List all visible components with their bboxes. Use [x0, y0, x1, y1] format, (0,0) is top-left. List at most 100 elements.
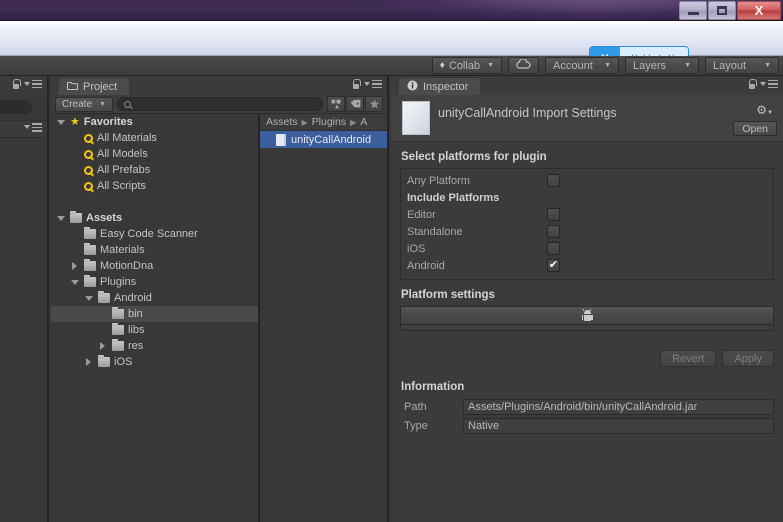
tab-inspector-label: Inspector — [423, 80, 469, 93]
platform-label: Editor — [407, 208, 436, 221]
platform-label: Standalone — [407, 225, 463, 238]
account-button[interactable]: Account ▼ — [545, 57, 619, 74]
any-platform-label: Any Platform — [407, 174, 470, 187]
label-filter-icon[interactable] — [346, 96, 364, 112]
tree-item-label: MotionDna — [100, 260, 154, 272]
tree-item-plugins[interactable]: Plugins — [51, 274, 258, 290]
tree-item-res[interactable]: res — [51, 338, 258, 354]
unity-main-toolbar: ♦ Collab ▼ Account ▼ Layers ▼ Layout ▼ — [0, 56, 783, 76]
file-icon — [276, 133, 286, 146]
any-platform-checkbox[interactable] — [547, 174, 560, 187]
lock-icon[interactable] — [352, 79, 361, 89]
layout-button[interactable]: Layout ▼ — [705, 57, 779, 74]
twisty-expanded-icon[interactable] — [69, 279, 80, 285]
info-row-path: Path Assets/Plugins/Android/bin/unityCall… — [400, 398, 774, 415]
twisty-collapsed-icon[interactable] — [83, 358, 94, 366]
cloud-services-button[interactable] — [508, 57, 539, 74]
favorite-filter-icon[interactable] — [365, 96, 383, 112]
apply-button[interactable]: Apply — [722, 350, 774, 367]
include-platforms-label: Include Platforms — [407, 191, 500, 204]
minimize-button[interactable] — [679, 1, 707, 20]
close-button[interactable]: X — [737, 1, 781, 20]
collab-button[interactable]: ♦ Collab ▼ — [431, 57, 502, 74]
platform-settings-content — [400, 325, 774, 331]
project-file-list-pane[interactable]: Assets ▶ Plugins ▶ A unityCallAndroid — [260, 114, 387, 522]
platform-label: Android — [407, 259, 445, 272]
clipped-panel-tab-row — [0, 76, 47, 95]
twisty-collapsed-icon[interactable] — [97, 342, 108, 350]
hamburger-menu-icon[interactable] — [364, 79, 382, 89]
tab-inspector[interactable]: Inspector — [399, 78, 481, 95]
breadcrumb-segment[interactable]: A — [360, 116, 367, 128]
tree-item-bin[interactable]: bin — [51, 306, 258, 322]
lock-icon[interactable] — [748, 79, 757, 89]
any-platform-row[interactable]: Any Platform — [401, 172, 773, 189]
twisty-expanded-icon[interactable] — [83, 295, 94, 301]
tree-item-ios[interactable]: iOS — [51, 354, 258, 370]
project-tree-pane[interactable]: ★ Favorites All Materials All Models All Pre… — [51, 114, 260, 522]
tree-item-libs[interactable]: libs — [51, 322, 258, 338]
platform-row-editor[interactable]: Editor — [401, 206, 773, 223]
tree-item-label: res — [128, 340, 144, 352]
tree-item-favorites[interactable]: ★ Favorites — [51, 114, 258, 130]
platform-settings-title: Platform settings — [401, 289, 495, 301]
asset-type-filter-icon[interactable] — [327, 96, 345, 112]
revert-button[interactable]: Revert — [660, 350, 717, 367]
platform-checkbox-standalone[interactable] — [547, 225, 560, 238]
hamburger-menu-icon[interactable] — [24, 123, 42, 132]
file-list-item[interactable]: unityCallAndroid — [260, 131, 387, 148]
gear-icon[interactable]: ⚙▼ — [756, 103, 773, 117]
tab-project[interactable]: Project — [59, 78, 130, 95]
platform-row-standalone[interactable]: Standalone — [401, 223, 773, 240]
tree-item-label: Android — [114, 292, 152, 304]
folder-icon — [112, 306, 124, 319]
hamburger-menu-icon[interactable] — [760, 79, 778, 89]
tree-item-motiondna[interactable]: MotionDna — [51, 258, 258, 274]
platform-label: iOS — [407, 242, 426, 255]
inspector-header: unityCallAndroid Import Settings ⚙▼ Open — [391, 95, 783, 142]
tree-item-easy-code-scanner[interactable]: Easy Code Scanner — [51, 226, 258, 242]
info-icon — [407, 80, 418, 94]
layers-button[interactable]: Layers ▼ — [625, 57, 699, 74]
chevron-down-icon: ▼ — [684, 62, 691, 69]
clipped-panel-tab-icons — [12, 79, 42, 89]
tree-item-label: libs — [128, 324, 145, 336]
tree-item-all-models[interactable]: All Models — [51, 146, 258, 162]
inspector-tab-icons — [748, 79, 778, 89]
chevron-down-icon: ▼ — [604, 62, 611, 69]
platform-checkbox-android[interactable]: ✔ — [547, 259, 560, 272]
tree-item-assets[interactable]: Assets — [51, 210, 258, 226]
tree-item-label: bin — [128, 308, 143, 320]
tree-item-android[interactable]: Android — [51, 290, 258, 306]
folder-icon — [112, 338, 124, 351]
breadcrumb-segment[interactable]: Plugins — [312, 116, 346, 128]
twisty-expanded-icon[interactable] — [55, 215, 66, 221]
twisty-collapsed-icon[interactable] — [69, 262, 80, 270]
hamburger-menu-icon[interactable] — [24, 79, 42, 89]
open-button[interactable]: Open — [733, 121, 777, 136]
platform-settings-tabbar[interactable] — [400, 306, 774, 325]
create-button[interactable]: Create ▼ — [55, 96, 113, 112]
tree-item-materials[interactable]: Materials — [51, 242, 258, 258]
platform-checkbox-editor[interactable] — [547, 208, 560, 221]
search-input[interactable] — [116, 97, 323, 111]
tree-item-all-prefabs[interactable]: All Prefabs — [51, 162, 258, 178]
tree-item-label: All Prefabs — [97, 164, 151, 176]
lock-icon[interactable] — [12, 79, 21, 89]
account-label: Account — [553, 59, 593, 72]
clipped-search-field[interactable] — [0, 100, 32, 114]
tree-item-label: All Scripts — [97, 180, 146, 192]
platform-checkbox-ios[interactable] — [547, 242, 560, 255]
platform-row-android[interactable]: Android ✔ — [401, 257, 773, 274]
inspector-title: unityCallAndroid Import Settings — [438, 106, 617, 120]
platform-row-ios[interactable]: iOS — [401, 240, 773, 257]
tree-item-all-scripts[interactable]: All Scripts — [51, 178, 258, 194]
twisty-expanded-icon[interactable] — [55, 119, 66, 125]
info-row-type: Type Native — [400, 417, 774, 434]
cloud-icon — [516, 58, 531, 72]
clipped-secondary-icons — [24, 123, 42, 132]
tree-item-all-materials[interactable]: All Materials — [51, 130, 258, 146]
maximize-button[interactable] — [708, 1, 736, 20]
breadcrumb-segment[interactable]: Assets — [266, 116, 298, 128]
